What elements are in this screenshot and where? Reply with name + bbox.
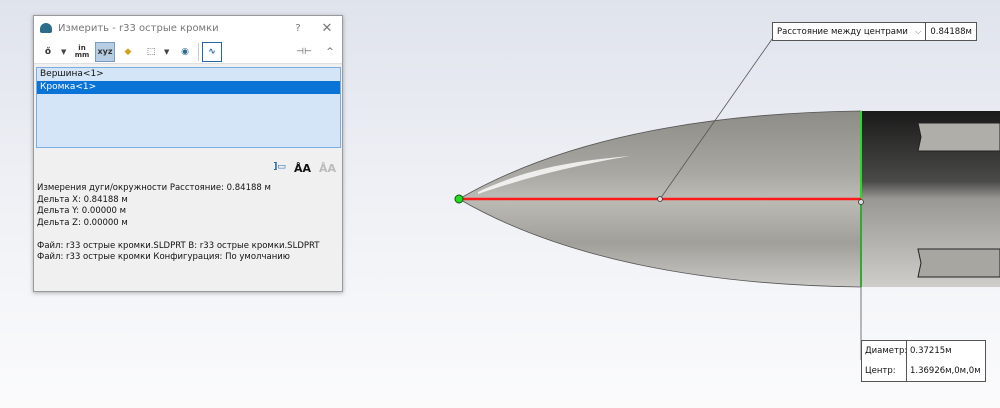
measure-results: Измерения дуги/окружности Расстояние: 0.… [37, 183, 319, 264]
measure-history-icon[interactable]: ◉ [175, 42, 195, 62]
close-button[interactable]: ✕ [312, 21, 342, 36]
arc-condition-icon[interactable]: ő [38, 42, 58, 62]
distance-mode-select[interactable]: Расстояние между центрами ⌵ [773, 23, 927, 40]
font-decrease-icon[interactable]: ÅA [319, 162, 336, 175]
divider [198, 42, 199, 61]
diameter-label: Диаметр: [862, 341, 907, 361]
sensor-icon[interactable]: ∿ [202, 41, 222, 62]
center-label: Центр: [862, 361, 907, 381]
diameter-value: 0.37215м [910, 346, 952, 356]
center-value: 1.36926м,0м,0м [910, 366, 981, 376]
distance-callout: Расстояние между центрами ⌵ 0.84188м [772, 22, 978, 41]
measure-app-icon [40, 23, 52, 33]
projection-icon[interactable]: ⬚ [141, 42, 161, 62]
vertex-marker [454, 194, 464, 204]
collapse-icon[interactable]: ^ [318, 47, 342, 57]
result-line: Дельта Y: 0.00000 м [37, 206, 127, 216]
result-line: Измерения дуги/окружности Расстояние: 0.… [37, 183, 271, 193]
dialog-toolbar: ő ▼ in mm xyz ◆ ⬚ ▼ ◉ ∿ ⊣⊢ ^ [34, 40, 342, 64]
dual-units-icon[interactable]: ]▭ [273, 162, 286, 175]
selection-list[interactable]: Вершина<1> Кромка<1> [36, 67, 341, 148]
distance-mode: Расстояние между центрами [777, 26, 908, 37]
point-to-point-icon[interactable]: ◆ [118, 42, 138, 62]
list-item[interactable]: Вершина<1> [37, 68, 340, 81]
result-line: Дельта X: 0.84188 м [37, 194, 128, 205]
midpoint-marker [657, 196, 663, 202]
result-line: Дельта Z: 0.00000 м [37, 217, 128, 228]
chevron-down-icon: ⌵ [914, 26, 922, 37]
result-line: Файл: r33 острые кромки Конфигурация: По… [37, 252, 290, 262]
measure-dialog: Измерить - r33 острые кромки ? ✕ ő ▼ in m… [33, 15, 343, 292]
dialog-titlebar[interactable]: Измерить - r33 острые кромки ? ✕ [34, 16, 342, 40]
dialog-title: Измерить - r33 острые кромки [58, 22, 219, 34]
center-marker [858, 199, 864, 205]
help-button[interactable]: ? [284, 23, 312, 34]
result-line: Файл: r33 острые кромки.SLDPRT В: r33 ос… [37, 240, 320, 251]
chevron-down-icon[interactable]: ▼ [164, 48, 172, 56]
xyz-show-icon[interactable]: xyz [95, 41, 115, 62]
chevron-down-icon[interactable]: ▼ [61, 48, 69, 56]
list-item[interactable]: Кромка<1> [37, 81, 340, 94]
body-fin-top [917, 122, 1000, 152]
body-fin-bottom [917, 248, 1000, 278]
circle-callout: Диаметр: 0.37215м Центр: 1.36926м,0м,0м [861, 340, 986, 382]
font-increase-icon[interactable]: ÅA [294, 162, 311, 175]
distance-value: 0.84188м [930, 26, 972, 37]
units-button[interactable]: in mm [72, 42, 92, 62]
pin-icon[interactable]: ⊣⊢ [293, 47, 315, 57]
